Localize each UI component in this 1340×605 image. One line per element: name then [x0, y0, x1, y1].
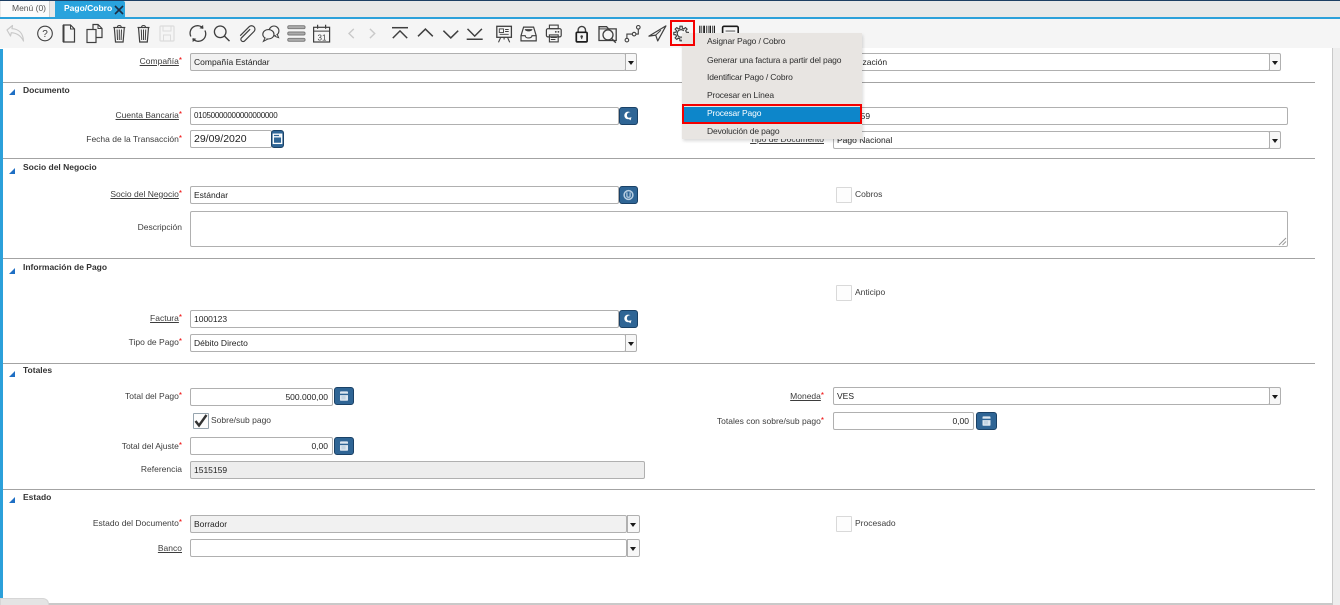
svg-text:31: 31 [318, 33, 327, 42]
svg-text:?: ? [42, 29, 48, 40]
